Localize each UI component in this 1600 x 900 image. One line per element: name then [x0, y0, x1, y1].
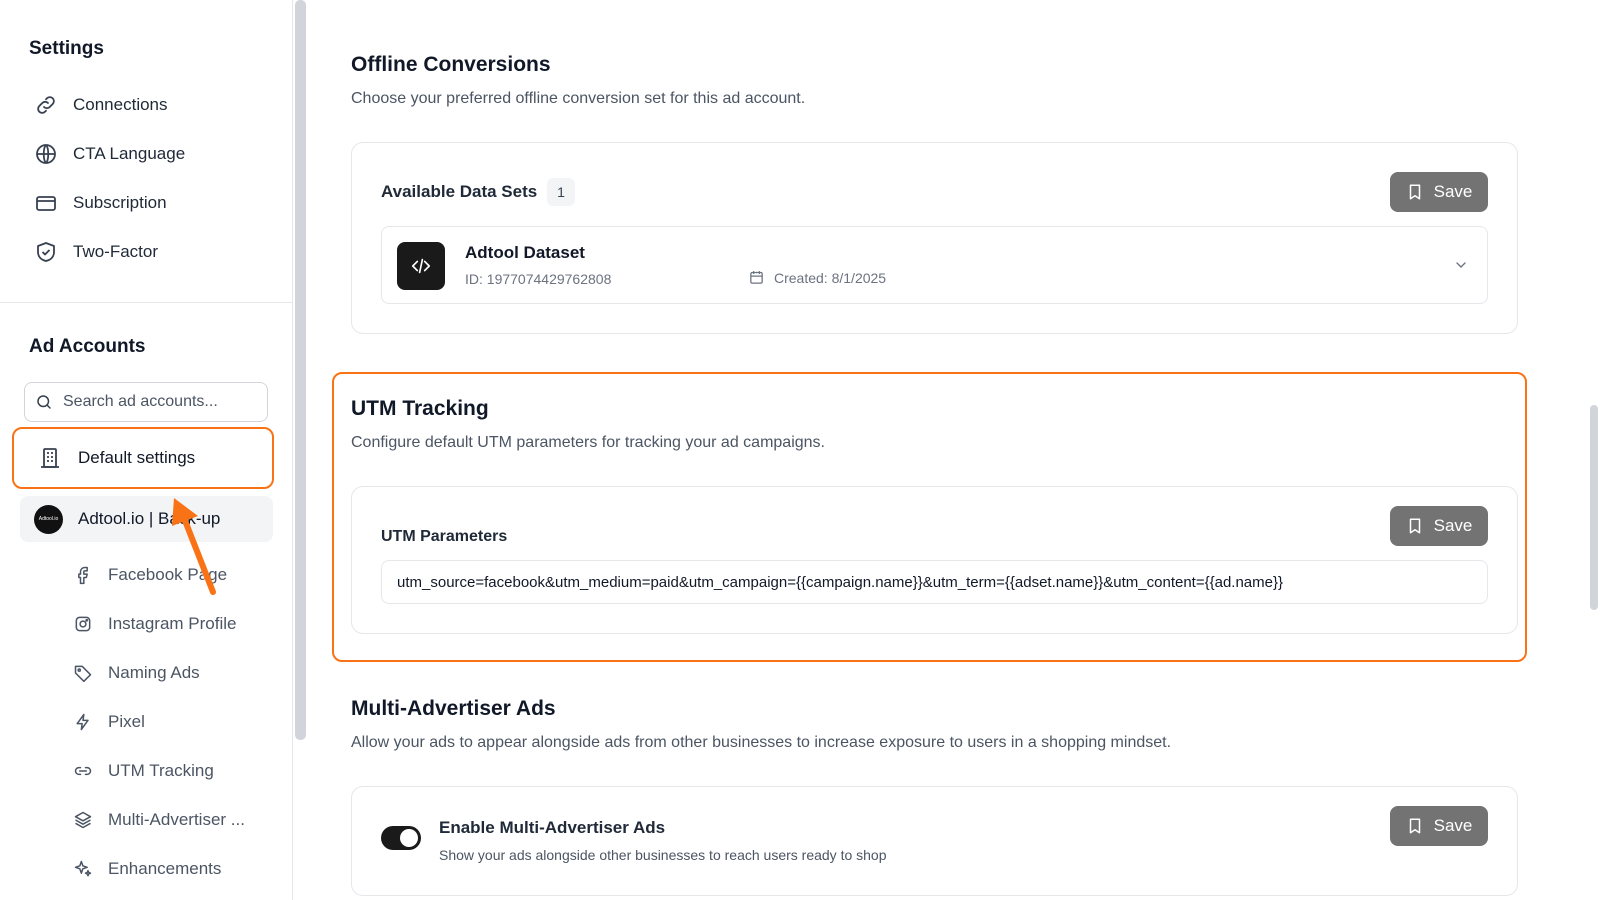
sidebar-item-naming-ads[interactable]: Naming Ads	[73, 658, 200, 688]
link-icon	[74, 766, 92, 776]
offline-conversions-title: Offline Conversions	[351, 53, 551, 76]
code-icon	[411, 258, 431, 274]
tag-icon	[74, 665, 92, 683]
sidebar-item-label: UTM Tracking	[108, 761, 214, 780]
search-icon	[37, 395, 51, 409]
dataset-id: ID: 1977074429762808	[465, 271, 612, 287]
save-label: Save	[1433, 516, 1473, 535]
bolt-icon	[76, 713, 89, 731]
multi-advertiser-toggle-label: Enable Multi-Advertiser Ads	[439, 818, 666, 837]
offline-save-button[interactable]: Save	[1390, 172, 1488, 212]
sidebar-item-connections[interactable]: Connections	[34, 90, 168, 120]
utm-parameters-input[interactable]	[381, 560, 1488, 604]
default-settings-item[interactable]: Default settings	[12, 427, 274, 489]
available-data-sets-label: Available Data Sets	[381, 182, 538, 201]
dataset-name: Adtool Dataset	[465, 243, 585, 262]
multi-advertiser-toggle[interactable]	[381, 826, 421, 850]
sidebar-item-cta-language[interactable]: CTA Language	[34, 139, 185, 169]
annotation-arrow-icon	[172, 498, 216, 595]
bookmark-icon	[1409, 184, 1420, 200]
sidebar-item-label: Two-Factor	[73, 242, 159, 261]
chevron-down-icon[interactable]	[1453, 257, 1469, 273]
utm-save-button[interactable]: Save	[1390, 506, 1488, 546]
multi-advertiser-description: Allow your ads to appear alongside ads f…	[351, 734, 1172, 751]
settings-title: Settings	[29, 38, 104, 59]
avatar: Adtool.io	[34, 504, 63, 534]
building-icon	[41, 448, 59, 468]
multi-advertiser-title: Multi-Advertiser Ads	[351, 697, 556, 720]
calendar-icon	[750, 271, 763, 284]
dataset-row[interactable]: Adtool Dataset ID: 1977074429762808 Crea…	[381, 226, 1488, 304]
globe-icon	[36, 144, 56, 164]
sidebar-item-label: CTA Language	[73, 144, 186, 163]
search-ad-accounts[interactable]	[24, 382, 268, 422]
multi-advertiser-toggle-description: Show your ads alongside other businesses…	[439, 847, 887, 863]
sidebar-item-label: Naming Ads	[108, 663, 200, 682]
main-scrollbar[interactable]	[1590, 405, 1598, 610]
sidebar-item-enhancements[interactable]: Enhancements	[73, 854, 221, 884]
sidebar-item-label: Enhancements	[108, 859, 222, 878]
data-sets-count-badge: 1	[547, 178, 575, 206]
sidebar-scrollbar[interactable]	[295, 0, 306, 740]
save-label: Save	[1433, 816, 1473, 835]
sidebar-item-multi-advertiser[interactable]: Multi-Advertiser ...	[73, 805, 245, 835]
ad-account-item[interactable]: Adtool.io Adtool.io | Back-up	[20, 496, 273, 542]
sidebar-item-utm-tracking[interactable]: UTM Tracking	[73, 756, 214, 786]
bookmark-icon	[1409, 518, 1420, 534]
instagram-icon	[75, 616, 91, 632]
utm-parameters-label: UTM Parameters	[381, 528, 508, 545]
sidebar-item-label: Pixel	[108, 712, 145, 731]
sidebar-item-label: Subscription	[73, 193, 167, 212]
save-label: Save	[1433, 182, 1473, 201]
sidebar-item-label: Multi-Advertiser ...	[108, 810, 245, 829]
utm-tracking-description: Configure default UTM parameters for tra…	[351, 434, 825, 451]
default-settings-label: Default settings	[78, 448, 196, 467]
offline-conversions-description: Choose your preferred offline conversion…	[351, 90, 806, 107]
sidebar-item-two-factor[interactable]: Two-Factor	[34, 237, 158, 267]
dataset-icon-tile	[397, 242, 445, 290]
search-input[interactable]	[63, 393, 253, 411]
link-icon	[37, 96, 55, 114]
facebook-icon	[78, 566, 88, 585]
toggle-knob	[400, 829, 418, 847]
dataset-created-text: Created: 8/1/2025	[774, 269, 887, 286]
sidebar-item-subscription[interactable]: Subscription	[34, 188, 167, 218]
layers-icon	[74, 811, 92, 829]
sidebar-item-label: Instagram Profile	[108, 614, 237, 633]
sidebar-item-pixel[interactable]: Pixel	[73, 707, 145, 737]
dataset-created: Created: 8/1/2025	[748, 269, 886, 286]
sidebar-item-label: Connections	[73, 95, 168, 114]
ad-accounts-title: Ad Accounts	[29, 336, 146, 357]
sidebar-divider	[0, 302, 293, 303]
sidebar-item-instagram-profile[interactable]: Instagram Profile	[73, 609, 237, 639]
multi-advertiser-card	[351, 786, 1518, 896]
credit-card-icon	[36, 196, 56, 211]
utm-tracking-title: UTM Tracking	[351, 397, 489, 420]
bookmark-icon	[1409, 818, 1420, 834]
shield-check-icon	[37, 242, 55, 262]
multi-advertiser-save-button[interactable]: Save	[1390, 806, 1488, 846]
sparkles-icon	[74, 860, 92, 877]
